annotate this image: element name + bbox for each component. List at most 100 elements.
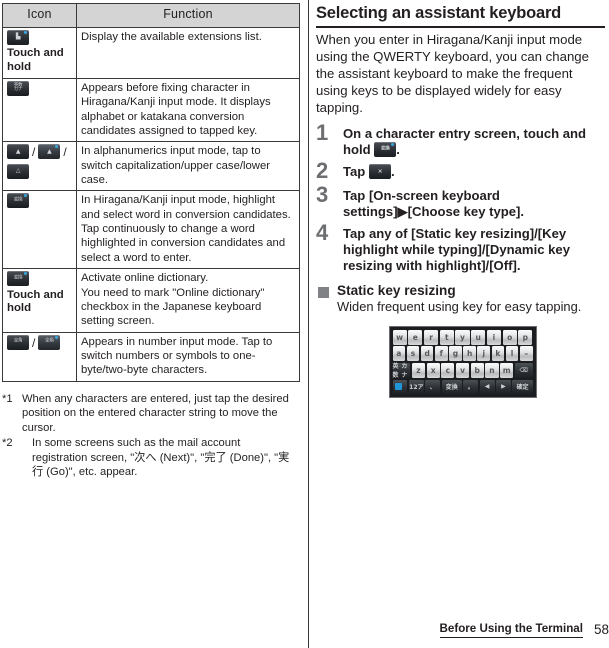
shift-caps-key-icon: ▲ (38, 144, 61, 160)
key-t: t (439, 329, 454, 345)
subsection-subtitle: Widen frequent using key for easy tappin… (337, 298, 582, 314)
step-2: 2 Tap ×. (316, 158, 609, 184)
key-kana-mode: 英数 カナ (392, 362, 411, 379)
key-j: j (477, 346, 491, 362)
key-x: x (426, 362, 440, 378)
kana-conversion-key-icon: 英数 カナ (7, 81, 29, 97)
key-period: 。 (463, 379, 479, 394)
step-3: 3 Tap [On-screen keyboard settings]▶[Cho… (316, 181, 609, 220)
key-g: g (449, 346, 462, 362)
footnote-2-text: In some screens such as the mail account… (22, 436, 292, 480)
step-4-number: 4 (316, 219, 329, 245)
function-cell: Activate online dictionary. You need to … (76, 268, 300, 333)
keyboard-row-2: a s d f g h j k l – (392, 346, 533, 362)
table-row: ▙ Touch and hold Display the available ex… (2, 26, 300, 80)
key-f: f (434, 346, 448, 362)
step-2-number: 2 (316, 158, 329, 184)
footnotes: *1 When any characters are entered, just… (2, 392, 292, 480)
key-c: c (441, 362, 455, 378)
key-p: p (518, 329, 533, 345)
close-key-icon: × (368, 164, 391, 180)
key-d: d (420, 346, 434, 362)
footnote-2-line-1: In some screens such as the mail account (32, 437, 241, 450)
footnote-2: *2 In some screens such as the mail acco… (2, 436, 292, 480)
keyboard-row-3: 英数 カナ z x c v b n m ⌫ (392, 362, 533, 379)
conversion-key-icon: 変換 (374, 142, 397, 158)
step-1-text: On a character entry screen, touch and h… (343, 124, 609, 158)
extensions-key-icon: ▙ (7, 29, 29, 45)
footnote-1: *1 When any characters are entered, just… (2, 392, 292, 436)
step-3-text: Tap [On-screen keyboard settings]▶[Choos… (343, 187, 525, 219)
table-header-row: Icon Function (2, 3, 300, 28)
column-header-function: Function (76, 3, 300, 28)
key-u: u (471, 329, 486, 345)
touch-and-hold-label: Touch and hold (7, 288, 64, 315)
left-column: Icon Function ▙ Touch and hold Display th… (0, 0, 300, 648)
function-cell: Appears before fixing character in Hirag… (76, 78, 300, 143)
step-4-text: Tap any of [Static key resizing]/[Key hi… (343, 225, 570, 273)
subsection-title: Static key resizing (337, 282, 456, 298)
step-3-number: 3 (316, 181, 329, 207)
icon-cell: 英数 カナ (2, 78, 77, 143)
touch-and-hold-label: Touch and hold (7, 47, 64, 74)
table-row: 変換 Touch and hold Activate online diction… (2, 268, 300, 333)
conversion-key-icon: 変換 (7, 193, 29, 209)
step-1: 1 On a character entry screen, touch and… (316, 120, 609, 158)
key-m: m (500, 362, 514, 378)
subsection-heading: Static key resizing (316, 283, 609, 298)
key-numeric-symbol: 12ア (408, 379, 424, 394)
halfwidth-key-icon: 全角 (38, 334, 61, 350)
keyboard-illustration-wrapper: w e r t y u i o p a s d f g h j k l – 英数… (316, 325, 609, 398)
key-r: r (423, 329, 439, 345)
icon-function-table: Icon Function ▙ Touch and hold Display th… (2, 3, 300, 382)
key-input-mode (392, 379, 408, 394)
key-cursor-right: ▶ (496, 379, 511, 394)
key-o: o (502, 329, 517, 345)
square-bullet-icon (318, 286, 329, 298)
step-list: 1 On a character entry screen, touch and… (316, 120, 609, 274)
footnote-2-line-2: registration screen, "次へ (Next)", "完了 (D… (32, 451, 290, 479)
footnote-1-text: When any characters are entered, just ta… (22, 392, 289, 434)
function-cell: In alphanumerics input mode, tap to swit… (76, 141, 300, 192)
function-cell: In Hiragana/Kanji input mode, highlight … (76, 190, 300, 270)
shift-lower-key-icon: △ (7, 163, 29, 179)
key-n: n (485, 362, 499, 378)
key-w: w (392, 329, 407, 345)
step-1-number: 1 (316, 120, 329, 146)
step-2-text-before: Tap (343, 164, 366, 180)
key-backspace: ⌫ (514, 362, 533, 378)
qwerty-keyboard-illustration: w e r t y u i o p a s d f g h j k l – 英数… (388, 325, 537, 398)
key-dash: – (519, 346, 533, 362)
table-row: 全角 / 全角 Appears in number input mode. Tap … (2, 331, 300, 382)
right-column: Selecting an assistant keyboard When you… (316, 0, 609, 648)
key-confirm: 確定 (512, 379, 533, 394)
column-header-icon: Icon (2, 3, 77, 28)
step-1-text-after: . (396, 142, 400, 158)
key-k: k (491, 346, 505, 362)
footer-chapter-title: Before Using the Terminal (439, 622, 583, 638)
icon-cell: ▲ / ▲ / △ (2, 141, 77, 192)
icon-cell: 変換 Touch and hold (2, 268, 77, 333)
function-cell: Appears in number input mode. Tap to swi… (76, 331, 300, 382)
function-cell: Display the available extensions list. (76, 26, 300, 80)
key-comma: 、 (425, 379, 441, 394)
key-l: l (505, 346, 519, 362)
icon-cell: ▙ Touch and hold (2, 26, 77, 80)
function-line-1: Activate online dictionary. (81, 272, 209, 285)
key-conversion: 変換 (441, 379, 462, 394)
table-row: ▲ / ▲ / △ In alphanumerics input mode, tap … (2, 141, 300, 192)
key-i: i (486, 329, 502, 345)
key-s: s (406, 346, 420, 362)
manual-page: Icon Function ▙ Touch and hold Display th… (0, 0, 609, 648)
key-cursor-left: ◀ (479, 379, 495, 394)
function-line-2: You need to mark "Online dictionary" che… (81, 286, 265, 328)
icon-cell: 全角 / 全角 (2, 331, 77, 382)
section-lead-paragraph: When you enter in Hiragana/Kanji input m… (316, 31, 589, 116)
key-v: v (455, 362, 470, 378)
key-y: y (455, 329, 470, 345)
footer-page-number: 58 (593, 622, 609, 637)
shift-key-icon: ▲ (7, 144, 29, 160)
table-row: 英数 カナ Appears before fixing character in … (2, 78, 300, 143)
section-title: Selecting an assistant keyboard (316, 4, 605, 28)
key-h: h (463, 346, 476, 362)
